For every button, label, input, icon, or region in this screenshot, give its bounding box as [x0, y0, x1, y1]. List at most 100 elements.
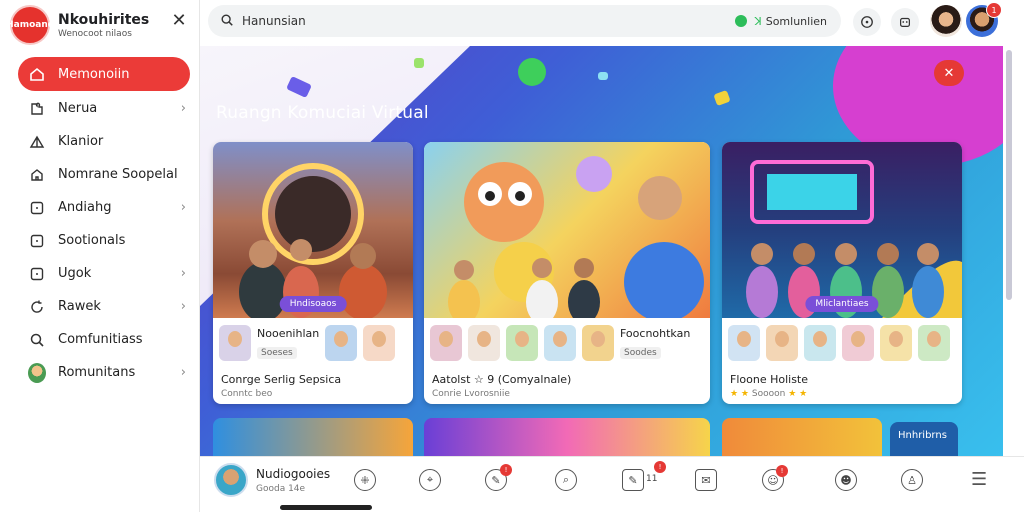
sidebar-item-2[interactable]: Klanior	[18, 126, 190, 157]
sidebar-item-9[interactable]: Romunitans ›	[18, 357, 190, 388]
sidebar-item-6[interactable]: Ugok ›	[18, 258, 190, 289]
robot-icon[interactable]	[891, 8, 919, 36]
participant-avatar[interactable]	[325, 325, 358, 361]
location-icon[interactable]: ⌖	[419, 469, 441, 491]
participant-avatar[interactable]	[728, 325, 760, 361]
sidebar: Hamoane Nkouhirites Wenocoot nilaos ✕ Me…	[0, 0, 200, 512]
search-icon	[220, 12, 234, 31]
sidebar-item-home[interactable]: Memonoiin	[18, 57, 190, 91]
chevron-right-icon: ›	[180, 365, 186, 380]
participant-row	[728, 325, 956, 361]
host-sub: Soodes	[620, 347, 661, 359]
participant-avatar[interactable]	[544, 325, 576, 361]
sidebar-item-7[interactable]: Rawek ›	[18, 291, 190, 322]
emoji-icon[interactable]: ☻	[835, 469, 857, 491]
room-title: Conrge Serlig Sepsica	[221, 373, 342, 386]
chevron-right-icon: ›	[180, 101, 186, 116]
current-user-status: Gooda 14e	[256, 484, 306, 494]
chat-icon[interactable]	[853, 8, 881, 36]
sidebar-item-4[interactable]: Andiahg ›	[18, 192, 190, 223]
sidebar-item-label: Klanior	[58, 134, 104, 149]
sidebar-item-label: Nomrane Soopelal	[58, 167, 178, 182]
edit-icon[interactable]: ✎	[622, 469, 644, 491]
host-name: Nooenihlan	[257, 327, 320, 340]
participant-avatar[interactable]	[506, 325, 538, 361]
mail-icon[interactable]: ✉	[695, 469, 717, 491]
brand-title: Nkouhirites	[58, 11, 150, 28]
participant-avatar[interactable]	[804, 325, 836, 361]
square-icon	[28, 265, 46, 283]
brand-subtitle: Wenocoot nilaos	[58, 28, 132, 39]
room-rating: ★ ★ Soooon ★ ★	[730, 389, 808, 399]
participant-avatar[interactable]	[918, 325, 950, 361]
close-sidebar-icon[interactable]: ✕	[170, 12, 188, 30]
chevron-right-icon: ›	[180, 266, 186, 281]
search-icon[interactable]: ⌕	[555, 469, 577, 491]
sidebar-item-label: Sootionals	[58, 233, 126, 248]
room-card[interactable]: Foocnohtkan Soodes Aatolst ☆ 9 (Comyalna…	[424, 142, 710, 404]
brand-text: Nkouhirites Wenocoot nilaos	[58, 11, 149, 40]
host-info: Foocnohtkan Soodes	[620, 327, 690, 359]
notification-badge-icon: !	[500, 464, 512, 476]
scrollbar[interactable]	[1006, 50, 1012, 300]
icon-count: 11	[646, 474, 658, 484]
participant-avatar[interactable]	[363, 325, 396, 361]
current-user-name: Nudiogooies	[256, 467, 331, 481]
room-tag: Mliclantiaes	[805, 296, 879, 312]
room-title: Aatolst ☆ 9 (Comyalnale)	[432, 373, 572, 386]
home-indicator	[280, 505, 372, 510]
room-thumbnail	[722, 142, 962, 318]
people-icon: ꓘ	[754, 14, 762, 28]
sidebar-item-1[interactable]: Nerua ›	[18, 93, 190, 124]
confetti-shape	[518, 58, 546, 86]
sidebar-item-label: Comfunitiass	[58, 332, 143, 347]
brand[interactable]: Hamoane Nkouhirites Wenocoot nilaos	[6, 5, 149, 45]
search-icon	[28, 331, 46, 349]
chevron-right-icon: ›	[180, 200, 186, 215]
bottom-bar: Nudiogooies Gooda 14e ⁜ ⌖ ✎ ! ⌕ ✎ 11 ! ✉…	[200, 456, 1024, 506]
participant-avatar[interactable]	[582, 325, 614, 361]
grid-icon[interactable]: ⁜	[354, 469, 376, 491]
current-user-avatar[interactable]	[214, 463, 248, 497]
status-text: Somlunlien	[765, 14, 827, 28]
search-bar[interactable]: ꓘ Somlunlien	[208, 5, 841, 37]
participant-avatar[interactable]	[766, 325, 798, 361]
host-name: Foocnohtkan	[620, 327, 691, 340]
sidebar-item-8[interactable]: Comfunitiass	[18, 324, 190, 355]
home-icon	[28, 65, 46, 83]
participant-row: Nooenihlan Soeses	[219, 325, 401, 361]
participant-avatar[interactable]	[468, 325, 500, 361]
notification-badge-icon: !	[654, 461, 666, 473]
sidebar-item-label: Andiahg	[58, 200, 112, 215]
house-icon	[28, 166, 46, 184]
participant-avatar[interactable]	[842, 325, 874, 361]
menu-icon[interactable]: ☰	[971, 469, 987, 491]
room-card[interactable]: Mliclantiaes Floone Holiste ★ ★ Soooon ★…	[722, 142, 962, 404]
sidebar-item-3[interactable]: Nomrane Soopelal	[18, 159, 190, 190]
refresh-icon	[28, 298, 46, 316]
confetti-shape	[286, 76, 312, 98]
search-input[interactable]	[242, 14, 642, 28]
sidebar-item-5[interactable]: Sootionals	[18, 225, 190, 256]
room-thumbnail	[424, 142, 710, 324]
participant-row: Foocnohtkan Soodes	[430, 325, 696, 361]
tent-icon	[28, 133, 46, 151]
sidebar-item-label: Memonoiin	[58, 66, 130, 82]
square-icon	[28, 232, 46, 250]
sidebar-item-label: Ugok	[58, 266, 92, 281]
participant-avatar[interactable]	[880, 325, 912, 361]
room-subtitle: Soooon	[751, 389, 786, 399]
status-indicator[interactable]: ꓘ Somlunlien	[734, 14, 827, 28]
user-avatar[interactable]	[930, 5, 962, 37]
room-thumbnail	[213, 142, 413, 322]
participant-avatar[interactable]	[430, 325, 462, 361]
participant-avatar[interactable]	[219, 325, 251, 361]
room-subtitle: Conntc beo	[221, 389, 273, 399]
room-title: Floone Holiste	[730, 373, 809, 386]
host-info: Nooenihlan Soeses	[257, 327, 319, 359]
room-card[interactable]: Hndisoaos Nooenihlan Soeses Conrge Serli…	[213, 142, 413, 404]
sidebar-item-label: Romunitans	[58, 365, 136, 380]
top-bar: ꓘ Somlunlien 1	[200, 0, 1024, 44]
close-button[interactable]: ✕	[934, 60, 964, 86]
user-icon[interactable]: ♙	[901, 469, 923, 491]
